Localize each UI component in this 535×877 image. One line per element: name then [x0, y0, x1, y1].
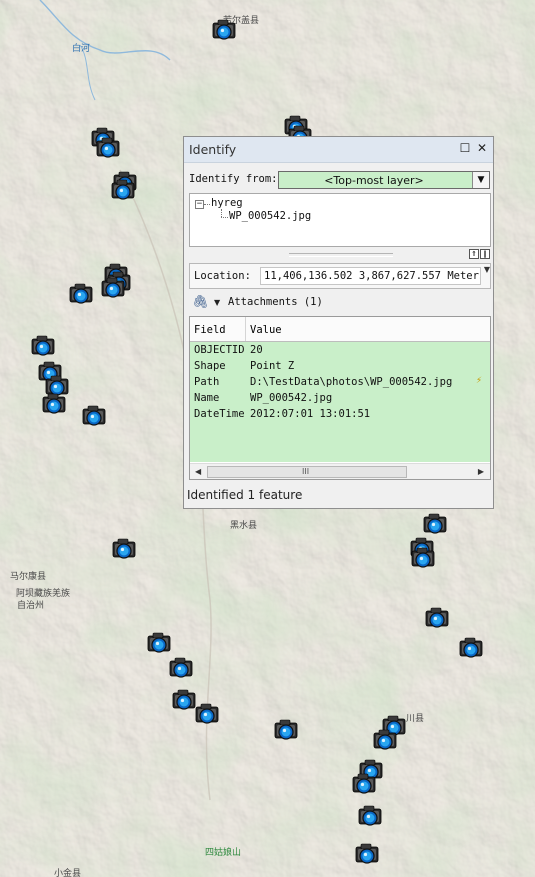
column-header-value[interactable]: Value: [250, 324, 282, 336]
table-row[interactable]: OBJECTID 20: [190, 342, 490, 358]
attribute-grid[interactable]: Field Value OBJECTID 20 Shape Point Z Path D:…: [189, 316, 491, 480]
camera-icon[interactable]: [68, 282, 94, 306]
field-name: OBJECTID: [194, 344, 245, 356]
attribute-rows: OBJECTID 20 Shape Point Z Path D:\TestData\ph…: [190, 342, 490, 462]
camera-icon[interactable]: [458, 636, 484, 660]
attachments-header[interactable]: 🖇 ▼ Attachments (1): [189, 292, 491, 314]
field-name: DateTime: [194, 408, 245, 420]
camera-icon[interactable]: [111, 537, 137, 561]
column-header-field[interactable]: Field: [194, 324, 226, 336]
map-place-label: 自治州: [17, 601, 45, 611]
camera-icon[interactable]: [424, 606, 450, 630]
location-bar: Location: 11,406,136.502 3,867,627.557 M…: [189, 263, 491, 289]
camera-icon[interactable]: [422, 512, 448, 536]
table-row[interactable]: Shape Point Z: [190, 358, 490, 374]
camera-icon[interactable]: [30, 334, 56, 358]
table-row[interactable]: Path D:\TestData\photos\WP_000542.jpg ⚡: [190, 374, 490, 390]
table-row[interactable]: Name WP_000542.jpg: [190, 390, 490, 406]
tree-layer-node[interactable]: hyreg: [211, 197, 243, 209]
map-place-label: 黑水县: [230, 521, 258, 531]
results-tree[interactable]: − hyreg WP_000542.jpg: [189, 193, 491, 247]
splitter-grip[interactable]: [289, 253, 393, 257]
close-button[interactable]: ✕: [475, 141, 489, 156]
tree-feature-node[interactable]: WP_000542.jpg: [229, 210, 311, 222]
camera-icon[interactable]: [168, 656, 194, 680]
split-icon[interactable]: ‖: [480, 249, 490, 259]
window-title: Identify: [189, 142, 237, 157]
camera-icon[interactable]: [372, 728, 398, 752]
scroll-right-icon[interactable]: ▶: [478, 467, 484, 476]
pane-splitter[interactable]: ⇑ ‖: [189, 247, 491, 260]
field-value: 2012:07:01 13:01:51: [250, 408, 371, 420]
grid-header: Field Value: [190, 317, 490, 342]
camera-icon[interactable]: [357, 804, 383, 828]
field-name: Path: [194, 376, 220, 388]
attachments-label: Attachments (1): [228, 296, 323, 308]
camera-icon[interactable]: [100, 276, 126, 300]
camera-icon[interactable]: [95, 136, 121, 160]
location-label: Location:: [194, 270, 251, 282]
map-place-label: 白河: [72, 44, 91, 54]
paperclip-icon: 🖇: [192, 295, 209, 310]
status-text: Identified 1 feature: [187, 488, 303, 502]
field-name: Shape: [194, 360, 226, 372]
expand-up-icon[interactable]: ⇑: [469, 249, 479, 259]
camera-icon[interactable]: [81, 404, 107, 428]
map-place-label: 四姑娘山: [205, 848, 242, 858]
field-value: WP_000542.jpg: [250, 392, 333, 404]
horizontal-scrollbar[interactable]: ◀ III ▶: [190, 463, 490, 479]
map-place-label: 小金县: [54, 869, 82, 877]
scroll-left-icon[interactable]: ◀: [195, 467, 201, 476]
identify-from-dropdown[interactable]: <Top-most layer> ▼: [278, 171, 490, 189]
camera-icon[interactable]: [146, 631, 172, 655]
map-place-label: 马尔康县: [10, 572, 47, 582]
field-name: Name: [194, 392, 220, 404]
scroll-grip: III: [302, 467, 310, 476]
location-units-dropdown-icon[interactable]: ▼: [484, 265, 490, 274]
restore-button[interactable]: ☐: [458, 141, 472, 156]
field-value: Point Z: [250, 360, 295, 372]
camera-icon[interactable]: [194, 702, 220, 726]
collapse-icon[interactable]: −: [195, 200, 204, 209]
camera-icon[interactable]: [410, 546, 436, 570]
identify-from-label: Identify from:: [189, 173, 278, 185]
collapse-triangle-icon[interactable]: ▼: [214, 298, 220, 307]
scroll-thumb[interactable]: III: [207, 466, 407, 478]
camera-icon[interactable]: [354, 842, 380, 866]
map-place-label: 川县: [406, 714, 425, 724]
camera-icon[interactable]: [351, 772, 377, 796]
camera-icon[interactable]: [41, 392, 67, 416]
camera-icon[interactable]: [110, 178, 136, 202]
camera-icon[interactable]: [211, 18, 237, 42]
camera-icon[interactable]: [273, 718, 299, 742]
field-value: D:\TestData\photos\WP_000542.jpg: [250, 376, 453, 388]
location-field[interactable]: 11,406,136.502 3,867,627.557 Meters: [260, 267, 481, 285]
chevron-down-icon[interactable]: ▼: [472, 172, 489, 188]
field-value: 20: [250, 344, 263, 356]
identify-window[interactable]: Identify ☐ ✕ Identify from: <Top-most la…: [183, 136, 494, 509]
map-place-label: 阿坝藏族羌族: [16, 589, 71, 599]
identify-from-value: <Top-most layer>: [324, 174, 424, 187]
hyperlink-bolt-icon[interactable]: ⚡: [476, 375, 482, 386]
identify-titlebar[interactable]: Identify ☐ ✕: [184, 137, 493, 163]
table-row[interactable]: DateTime 2012:07:01 13:01:51: [190, 406, 490, 422]
